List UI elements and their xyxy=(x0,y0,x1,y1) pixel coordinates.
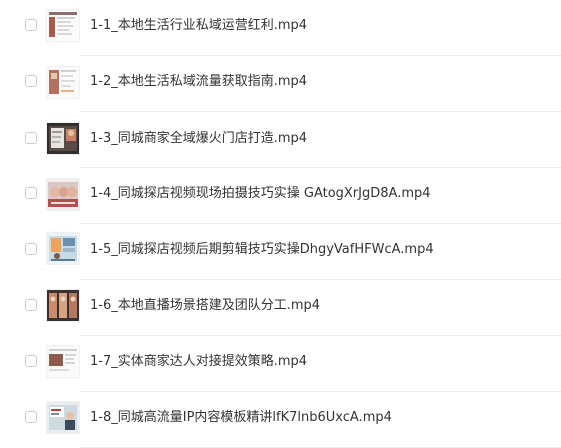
video-thumbnail-icon xyxy=(47,179,79,210)
file-row[interactable]: 1-4_同城探店视频现场拍摄技巧实操 GAtogXrJgD8A.mp4 xyxy=(0,168,561,224)
file-row[interactable]: 1-1_本地生活行业私域运营红利.mp4 xyxy=(0,0,561,56)
file-name[interactable]: 1-5_同城探店视频后期剪辑技巧实操DhgyVafHFWcA.mp4 xyxy=(90,242,434,258)
file-name[interactable]: 1-7_实体商家达人对接提效策略.mp4 xyxy=(90,354,307,370)
file-name[interactable]: 1-4_同城探店视频现场拍摄技巧实操 GAtogXrJgD8A.mp4 xyxy=(90,186,431,202)
file-name[interactable]: 1-6_本地直播场景搭建及团队分工.mp4 xyxy=(90,298,320,314)
file-row[interactable]: 1-2_本地生活私域流量获取指南.mp4 xyxy=(0,56,561,112)
file-checkbox[interactable] xyxy=(25,187,37,199)
video-thumbnail-icon xyxy=(47,346,79,377)
file-checkbox[interactable] xyxy=(25,243,37,255)
video-thumbnail-icon xyxy=(47,10,79,41)
file-row[interactable]: 1-7_实体商家达人对接提效策略.mp4 xyxy=(0,336,561,392)
video-thumbnail-icon xyxy=(47,402,79,433)
file-checkbox[interactable] xyxy=(25,75,37,87)
video-thumbnail-icon xyxy=(47,67,79,98)
video-thumbnail-icon xyxy=(47,290,79,321)
file-name[interactable]: 1-3_同城商家全域爆火门店打造.mp4 xyxy=(90,131,307,147)
file-checkbox[interactable] xyxy=(25,411,37,423)
file-list: 1-1_本地生活行业私域运营红利.mp4 1-2_本地生活私域流量获取指南.mp… xyxy=(0,0,561,448)
file-checkbox[interactable] xyxy=(25,355,37,367)
file-row[interactable]: 1-3_同城商家全域爆火门店打造.mp4 xyxy=(0,112,561,168)
video-thumbnail-icon xyxy=(47,233,79,264)
file-checkbox[interactable] xyxy=(25,19,37,31)
file-checkbox[interactable] xyxy=(25,132,37,144)
video-thumbnail-icon xyxy=(47,123,79,154)
file-name[interactable]: 1-1_本地生活行业私域运营红利.mp4 xyxy=(90,18,307,34)
file-row[interactable]: 1-6_本地直播场景搭建及团队分工.mp4 xyxy=(0,280,561,336)
file-row[interactable]: 1-5_同城探店视频后期剪辑技巧实操DhgyVafHFWcA.mp4 xyxy=(0,224,561,280)
file-name[interactable]: 1-8_同城高流量IP内容模板精讲lfK7lnb6UxcA.mp4 xyxy=(90,410,392,426)
file-name[interactable]: 1-2_本地生活私域流量获取指南.mp4 xyxy=(90,74,307,90)
file-checkbox[interactable] xyxy=(25,299,37,311)
file-row[interactable]: 1-8_同城高流量IP内容模板精讲lfK7lnb6UxcA.mp4 xyxy=(0,392,561,448)
